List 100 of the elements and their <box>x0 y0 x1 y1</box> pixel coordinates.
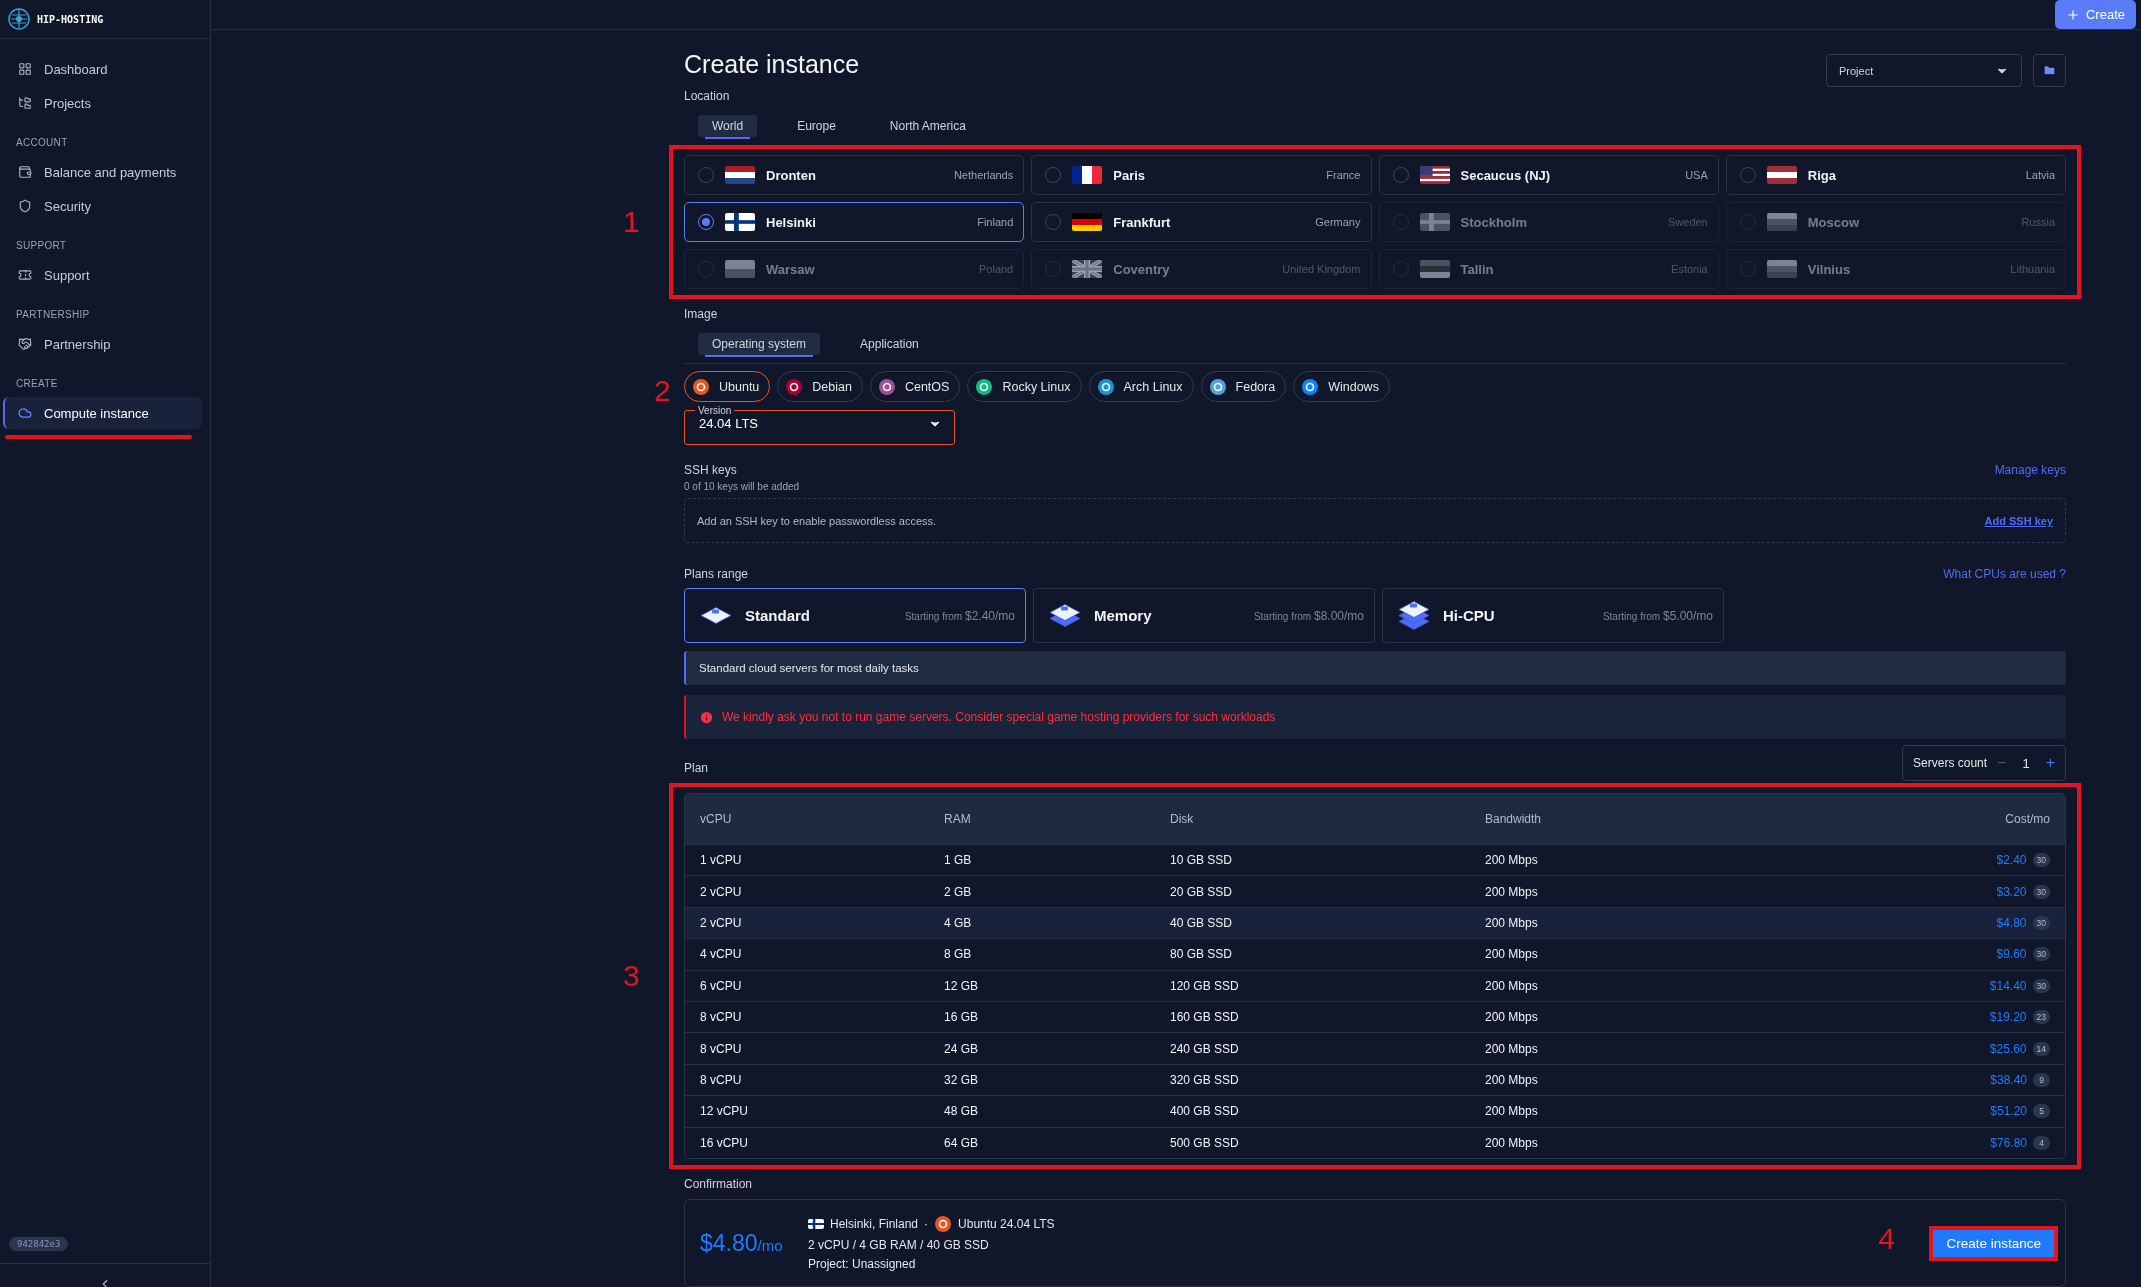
table-cell-text: 8 GB <box>944 947 973 962</box>
country-name: Netherlands <box>953 169 1014 182</box>
manage-keys-link[interactable]: Manage keys <box>1994 463 2066 478</box>
region-tab[interactable]: North America <box>875 115 980 138</box>
table-cell-text: 8 vCPU <box>700 1010 743 1025</box>
stock-badge: 30 <box>2032 978 2050 993</box>
cost-value: $3.20 <box>1996 884 2027 899</box>
table-cell-text: 500 GB SSD <box>1170 1135 1240 1150</box>
wallet-icon <box>18 165 32 179</box>
stock-badge: 30 <box>2032 884 2050 899</box>
sidebar-item[interactable]: Support <box>3 259 202 291</box>
location-card[interactable]: Paris France <box>1031 155 1372 196</box>
image-tab[interactable]: Application <box>846 333 933 356</box>
sidebar-item[interactable]: Dashboard <box>3 53 202 85</box>
cpu-info-link[interactable]: What CPUs are used ? <box>1943 567 2066 582</box>
distro-logo-icon <box>975 377 994 396</box>
plan-row[interactable]: 16 vCPU 64 GB 500 GB SSD 200 Mbps $76.80 4 <box>685 1126 2065 1158</box>
table-cell-text: 160 GB SSD <box>1170 1010 1240 1025</box>
city-name: Warsaw <box>766 261 815 277</box>
stock-badge: 30 <box>2032 853 2050 868</box>
city-name: Moscow <box>1807 214 1860 230</box>
city-name: Paris <box>1113 167 1146 183</box>
section-label: Plan <box>684 761 709 776</box>
table-cell-text: 200 Mbps <box>1485 884 1539 899</box>
table-cell-text: 200 Mbps <box>1485 916 1539 931</box>
plan-card[interactable]: Memory Starting from $8.00/mo <box>1033 588 1375 644</box>
table-cell-text: 16 GB <box>944 1010 980 1025</box>
separator-dot: · <box>924 1217 929 1231</box>
create-instance-button[interactable]: Create instance <box>1933 1229 2054 1257</box>
distro-logo-icon <box>877 377 896 396</box>
flag-icon <box>1072 260 1103 279</box>
table-cell-text: 4 GB <box>944 916 973 931</box>
plan-card[interactable]: Standard Starting from $2.40/mo <box>684 588 1026 644</box>
table-cell-text: 12 GB <box>944 978 980 993</box>
distro-logo-icon <box>692 377 710 396</box>
cloud-icon <box>18 406 32 420</box>
brand-name: HIP-HOSTING <box>37 13 104 25</box>
distro-logo-icon <box>1096 377 1115 396</box>
version-select[interactable]: Version 24.04 LTS <box>684 405 955 446</box>
server-stack-icon <box>1048 604 1082 628</box>
increment-button[interactable]: + <box>2045 754 2055 773</box>
cost-value: $2.40 <box>1996 853 2027 868</box>
flag-icon <box>808 1219 824 1229</box>
sidebar-item[interactable]: Security <box>3 190 202 222</box>
project-select[interactable]: Project <box>1826 54 2022 88</box>
location-card[interactable]: Frankfurt Germany <box>1031 202 1372 243</box>
cost-value: $51.20 <box>1990 1104 2027 1119</box>
sidebar-item[interactable]: Compute instance <box>3 397 202 429</box>
city-name: Riga <box>1807 167 1836 183</box>
table-cell-text: 32 GB <box>944 1073 980 1087</box>
section-label: SSH keys <box>684 463 737 478</box>
section-label: Image <box>684 307 719 322</box>
add-ssh-key-link[interactable]: Add SSH key <box>1984 514 2053 527</box>
country-name: USA <box>1685 169 1708 182</box>
flag-icon <box>1766 166 1797 185</box>
location-card[interactable]: Dronten Netherlands <box>684 155 1025 196</box>
region-tab[interactable]: Europe <box>783 115 850 138</box>
region-tab[interactable]: World <box>698 115 758 138</box>
country-name: France <box>1326 169 1361 182</box>
version-badge: 942842e3 <box>9 1237 69 1251</box>
city-name: Helsinki <box>766 214 816 230</box>
table-cell-text: 2 vCPU <box>700 916 743 931</box>
location-card[interactable]: Secaucus (NJ) USA <box>1378 155 1719 196</box>
new-folder-button[interactable] <box>2033 54 2066 88</box>
column-header: Disk <box>1170 812 1195 827</box>
plan-name: Hi-CPU <box>1443 607 1495 625</box>
flag-icon <box>725 260 755 279</box>
country-name: Lithuania <box>2010 263 2055 276</box>
location-card[interactable]: Helsinki Finland <box>684 202 1025 243</box>
sidebar-item[interactable]: Balance and payments <box>3 156 202 188</box>
image-tab[interactable]: Operating system <box>698 333 821 356</box>
cost-value: $25.60 <box>1989 1041 2027 1056</box>
stock-badge: 9 <box>2033 1073 2050 1087</box>
city-name: Frankfurt <box>1113 214 1171 230</box>
table-cell-text: 2 vCPU <box>700 884 743 899</box>
create-button[interactable]: Create <box>2054 0 2136 30</box>
table-cell-text: 240 GB SSD <box>1170 1041 1240 1056</box>
section-heading: PARTNERSHIP <box>15 309 91 320</box>
annotation-number: 3 <box>623 959 640 994</box>
warning-text: We kindly ask you not to run game servers. Consider special game hosting providers for such workloads <box>722 710 1276 725</box>
flag-icon <box>1072 213 1103 232</box>
plan-row[interactable]: 2 vCPU 4 GB 40 GB SSD 200 Mbps $4.80 30 <box>685 906 2065 939</box>
table-cell-text: 80 GB SSD <box>1170 947 1234 962</box>
distro-logo-icon <box>785 377 804 396</box>
sidebar-item[interactable]: Partnership <box>3 328 202 360</box>
table-cell-text: 4 vCPU <box>700 947 743 962</box>
stock-badge: 23 <box>2032 1010 2050 1025</box>
section-heading: CREATE <box>15 378 59 389</box>
sidebar-item[interactable]: Projects <box>3 87 202 119</box>
counter-label: Servers count <box>1913 756 1988 771</box>
country-name: United Kingdom <box>1282 263 1361 276</box>
ssh-hint: Add an SSH key to enable passwordless access. <box>697 514 937 527</box>
plan-card[interactable]: Hi-CPU Starting from $5.00/mo <box>1382 588 1724 644</box>
location-card[interactable]: Riga Latvia <box>1725 155 2066 196</box>
table-cell-text: 40 GB SSD <box>1170 916 1234 931</box>
annotation-number: 2 <box>654 374 671 409</box>
city-name: Tallin <box>1460 261 1494 277</box>
section-label: Location <box>684 89 731 104</box>
table-cell-text: 1 vCPU <box>700 853 743 868</box>
table-cell-text: 320 GB SSD <box>1170 1073 1240 1087</box>
